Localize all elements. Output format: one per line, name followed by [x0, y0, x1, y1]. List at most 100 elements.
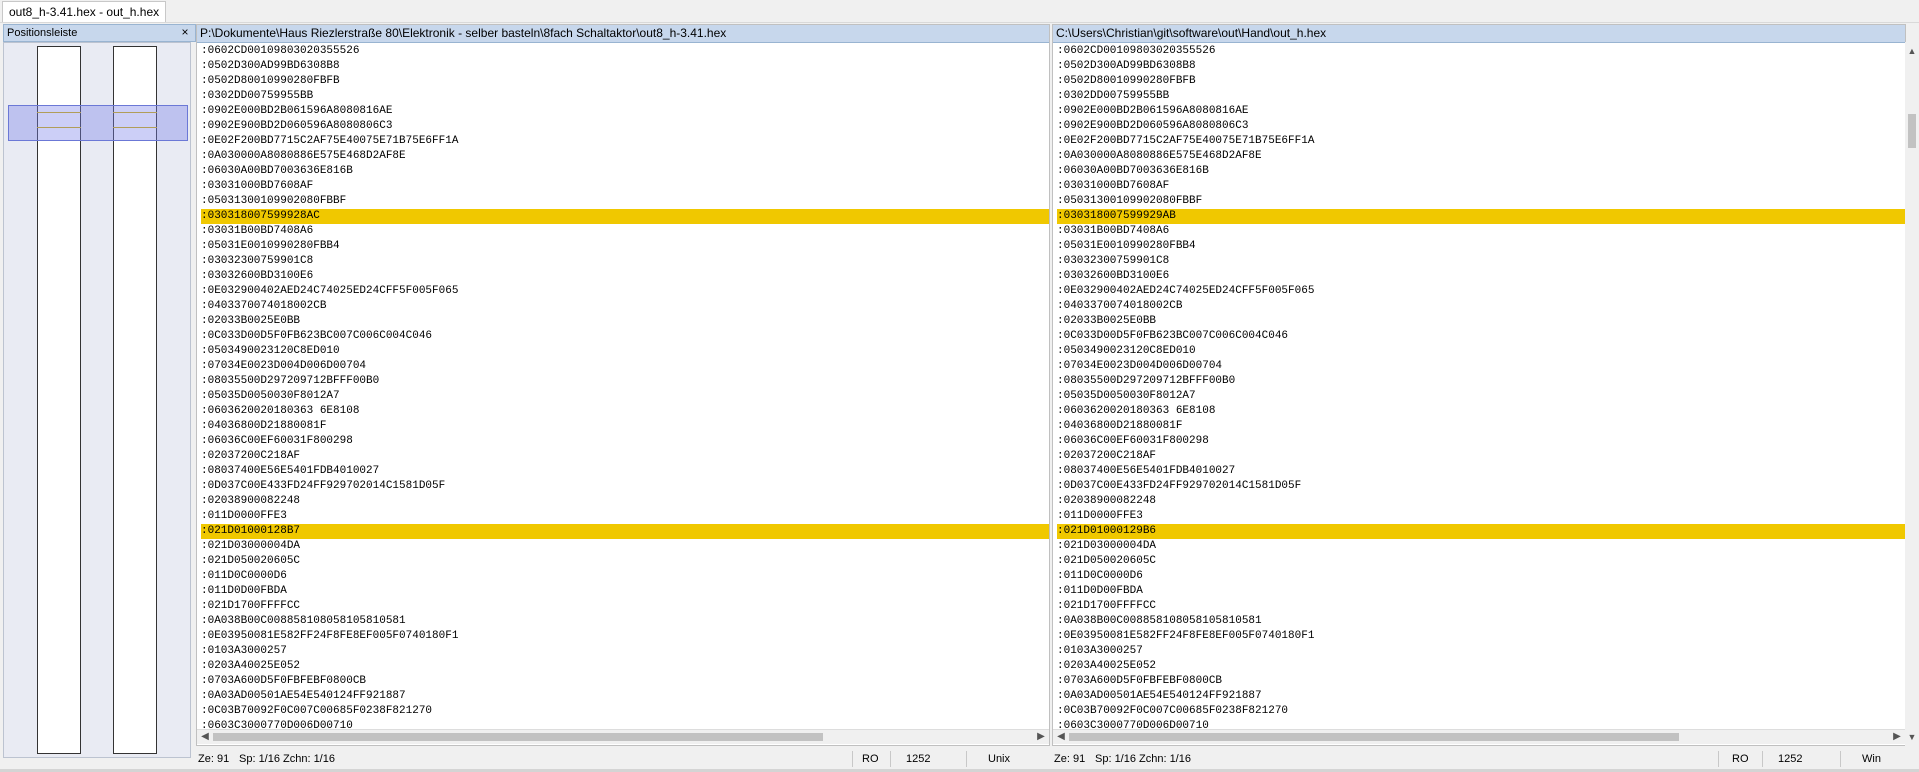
- text-line[interactable]: :0302DD00759955BB: [1057, 89, 1901, 104]
- text-line[interactable]: :02038900082248: [1057, 494, 1901, 509]
- text-line[interactable]: :021D03000004DA: [1057, 539, 1901, 554]
- text-line[interactable]: :0D037C00E433FD24FF929702014C1581D05F: [201, 479, 1045, 494]
- text-line[interactable]: :0E02F200BD7715C2AF75E40075E71B75E6FF1A: [1057, 134, 1901, 149]
- text-line[interactable]: :0C033D00D5F0FB623BC007C006C004C046: [201, 329, 1045, 344]
- text-line[interactable]: :0603620020180363 6E8108: [1057, 404, 1901, 419]
- text-line[interactable]: :021D1700FFFFCC: [1057, 599, 1901, 614]
- text-line[interactable]: :02033B0025E0BB: [201, 314, 1045, 329]
- text-line[interactable]: :05031300109902080FBBF: [1057, 194, 1901, 209]
- text-line[interactable]: :02033B0025E0BB: [1057, 314, 1901, 329]
- text-line[interactable]: :03031000BD7608AF: [201, 179, 1045, 194]
- text-line[interactable]: :0E03950081E582FF24F8FE8EF005F0740180F1: [201, 629, 1045, 644]
- text-line[interactable]: :0403370074018002CB: [201, 299, 1045, 314]
- scroll-left-icon[interactable]: ◀: [1055, 730, 1067, 744]
- right-horizontal-scrollbar[interactable]: ◀ ▶: [1053, 729, 1905, 744]
- text-line[interactable]: :0A038B00C008858108058105810581: [1057, 614, 1901, 629]
- text-line[interactable]: :03032600BD3100E6: [201, 269, 1045, 284]
- position-view-indicator[interactable]: [8, 105, 188, 141]
- text-line[interactable]: :0603620020180363 6E8108: [201, 404, 1045, 419]
- file-compare-tab[interactable]: out8_h-3.41.hex - out_h.hex: [2, 1, 167, 22]
- text-line[interactable]: :05031E0010990280FBB4: [1057, 239, 1901, 254]
- vertical-scrollbar[interactable]: ▲ ▼: [1905, 42, 1919, 746]
- text-line[interactable]: :0E02F200BD7715C2AF75E40075E71B75E6FF1A: [201, 134, 1045, 149]
- scroll-thumb[interactable]: [1069, 733, 1679, 741]
- text-line[interactable]: :011D0D00FBDA: [201, 584, 1045, 599]
- diff-line[interactable]: :030318007599929AB: [1057, 209, 1905, 224]
- text-line[interactable]: :0703A600D5F0FBFEBF0800CB: [1057, 674, 1901, 689]
- text-line[interactable]: :0902E900BD2D060596A8080806C3: [201, 119, 1045, 134]
- right-file-pane[interactable]: C:\Users\Christian\git\software\out\Hand…: [1052, 24, 1906, 746]
- text-line[interactable]: :011D0C0000D6: [1057, 569, 1901, 584]
- text-line[interactable]: :021D03000004DA: [201, 539, 1045, 554]
- left-horizontal-scrollbar[interactable]: ◀ ▶: [197, 729, 1049, 744]
- close-icon[interactable]: ×: [178, 24, 192, 40]
- position-bar[interactable]: [3, 42, 191, 758]
- text-line[interactable]: :02037200C218AF: [201, 449, 1045, 464]
- text-line[interactable]: :08037400E56E5401FDB4010027: [1057, 464, 1901, 479]
- text-line[interactable]: :011D0D00FBDA: [1057, 584, 1901, 599]
- text-line[interactable]: :06036C00EF60031F800298: [1057, 434, 1901, 449]
- scroll-right-icon[interactable]: ▶: [1035, 730, 1047, 744]
- text-line[interactable]: :06030A00BD7003636E816B: [1057, 164, 1901, 179]
- text-line[interactable]: :011D0C0000D6: [201, 569, 1045, 584]
- text-line[interactable]: :03031B00BD7408A6: [1057, 224, 1901, 239]
- text-line[interactable]: :04036800D21880081F: [1057, 419, 1901, 434]
- text-line[interactable]: :0203A40025E052: [1057, 659, 1901, 674]
- text-line[interactable]: :0C03B70092F0C007C00685F0238F821270: [201, 704, 1045, 719]
- text-line[interactable]: :08035500D297209712BFFF00B0: [201, 374, 1045, 389]
- text-line[interactable]: :0902E000BD2B061596A8080816AE: [1057, 104, 1901, 119]
- text-line[interactable]: :0502D300AD99BD6308B8: [201, 59, 1045, 74]
- diff-line[interactable]: :030318007599928AC: [201, 209, 1049, 224]
- text-line[interactable]: :03032300759901C8: [1057, 254, 1901, 269]
- left-file-pane[interactable]: P:\Dokumente\Haus Riezlerstraße 80\Elekt…: [196, 24, 1050, 746]
- text-line[interactable]: :0503490023120C8ED010: [201, 344, 1045, 359]
- scroll-right-icon[interactable]: ▶: [1891, 730, 1903, 744]
- text-line[interactable]: :0C033D00D5F0FB623BC007C006C004C046: [1057, 329, 1901, 344]
- text-line[interactable]: :08037400E56E5401FDB4010027: [201, 464, 1045, 479]
- scroll-left-icon[interactable]: ◀: [199, 730, 211, 744]
- text-line[interactable]: :011D0000FFE3: [201, 509, 1045, 524]
- text-line[interactable]: :011D0000FFE3: [1057, 509, 1901, 524]
- scroll-up-icon[interactable]: ▲: [1905, 44, 1919, 58]
- text-line[interactable]: :0A030000A8080886E575E468D2AF8E: [201, 149, 1045, 164]
- text-line[interactable]: :05031E0010990280FBB4: [201, 239, 1045, 254]
- text-line[interactable]: :07034E0023D004D006D00704: [1057, 359, 1901, 374]
- text-line[interactable]: :0602CD00109803020355526: [201, 44, 1045, 59]
- text-line[interactable]: :02038900082248: [201, 494, 1045, 509]
- text-line[interactable]: :0C03B70092F0C007C00685F0238F821270: [1057, 704, 1901, 719]
- text-line[interactable]: :0502D80010990280FBFB: [201, 74, 1045, 89]
- right-text-area[interactable]: :0602CD00109803020355526:0502D300AD99BD6…: [1053, 44, 1905, 745]
- text-line[interactable]: :021D050020605C: [201, 554, 1045, 569]
- text-line[interactable]: :0A030000A8080886E575E468D2AF8E: [1057, 149, 1901, 164]
- text-line[interactable]: :0203A40025E052: [201, 659, 1045, 674]
- text-line[interactable]: :03032300759901C8: [201, 254, 1045, 269]
- text-line[interactable]: :0E032900402AED24C74025ED24CFF5F005F065: [201, 284, 1045, 299]
- diff-line[interactable]: :021D01000128B7: [201, 524, 1049, 539]
- text-line[interactable]: :0902E000BD2B061596A8080816AE: [201, 104, 1045, 119]
- text-line[interactable]: :0703A600D5F0FBFEBF0800CB: [201, 674, 1045, 689]
- text-line[interactable]: :0302DD00759955BB: [201, 89, 1045, 104]
- text-line[interactable]: :0403370074018002CB: [1057, 299, 1901, 314]
- text-line[interactable]: :03032600BD3100E6: [1057, 269, 1901, 284]
- scroll-down-icon[interactable]: ▼: [1905, 730, 1919, 744]
- text-line[interactable]: :0A03AD00501AE54E540124FF921887: [201, 689, 1045, 704]
- scroll-thumb[interactable]: [213, 733, 823, 741]
- text-line[interactable]: :03031B00BD7408A6: [201, 224, 1045, 239]
- text-line[interactable]: :0103A3000257: [201, 644, 1045, 659]
- text-line[interactable]: :0502D300AD99BD6308B8: [1057, 59, 1901, 74]
- text-line[interactable]: :021D050020605C: [1057, 554, 1901, 569]
- text-line[interactable]: :0503490023120C8ED010: [1057, 344, 1901, 359]
- text-line[interactable]: :05031300109902080FBBF: [201, 194, 1045, 209]
- text-line[interactable]: :0D037C00E433FD24FF929702014C1581D05F: [1057, 479, 1901, 494]
- text-line[interactable]: :08035500D297209712BFFF00B0: [1057, 374, 1901, 389]
- text-line[interactable]: :0902E900BD2D060596A8080806C3: [1057, 119, 1901, 134]
- text-line[interactable]: :04036800D21880081F: [201, 419, 1045, 434]
- diff-line[interactable]: :021D01000129B6: [1057, 524, 1905, 539]
- text-line[interactable]: :07034E0023D004D006D00704: [201, 359, 1045, 374]
- text-line[interactable]: :0602CD00109803020355526: [1057, 44, 1901, 59]
- text-line[interactable]: :02037200C218AF: [1057, 449, 1901, 464]
- scroll-thumb[interactable]: [1908, 114, 1916, 148]
- text-line[interactable]: :06036C00EF60031F800298: [201, 434, 1045, 449]
- text-line[interactable]: :05035D0050030F8012A7: [201, 389, 1045, 404]
- text-line[interactable]: :05035D0050030F8012A7: [1057, 389, 1901, 404]
